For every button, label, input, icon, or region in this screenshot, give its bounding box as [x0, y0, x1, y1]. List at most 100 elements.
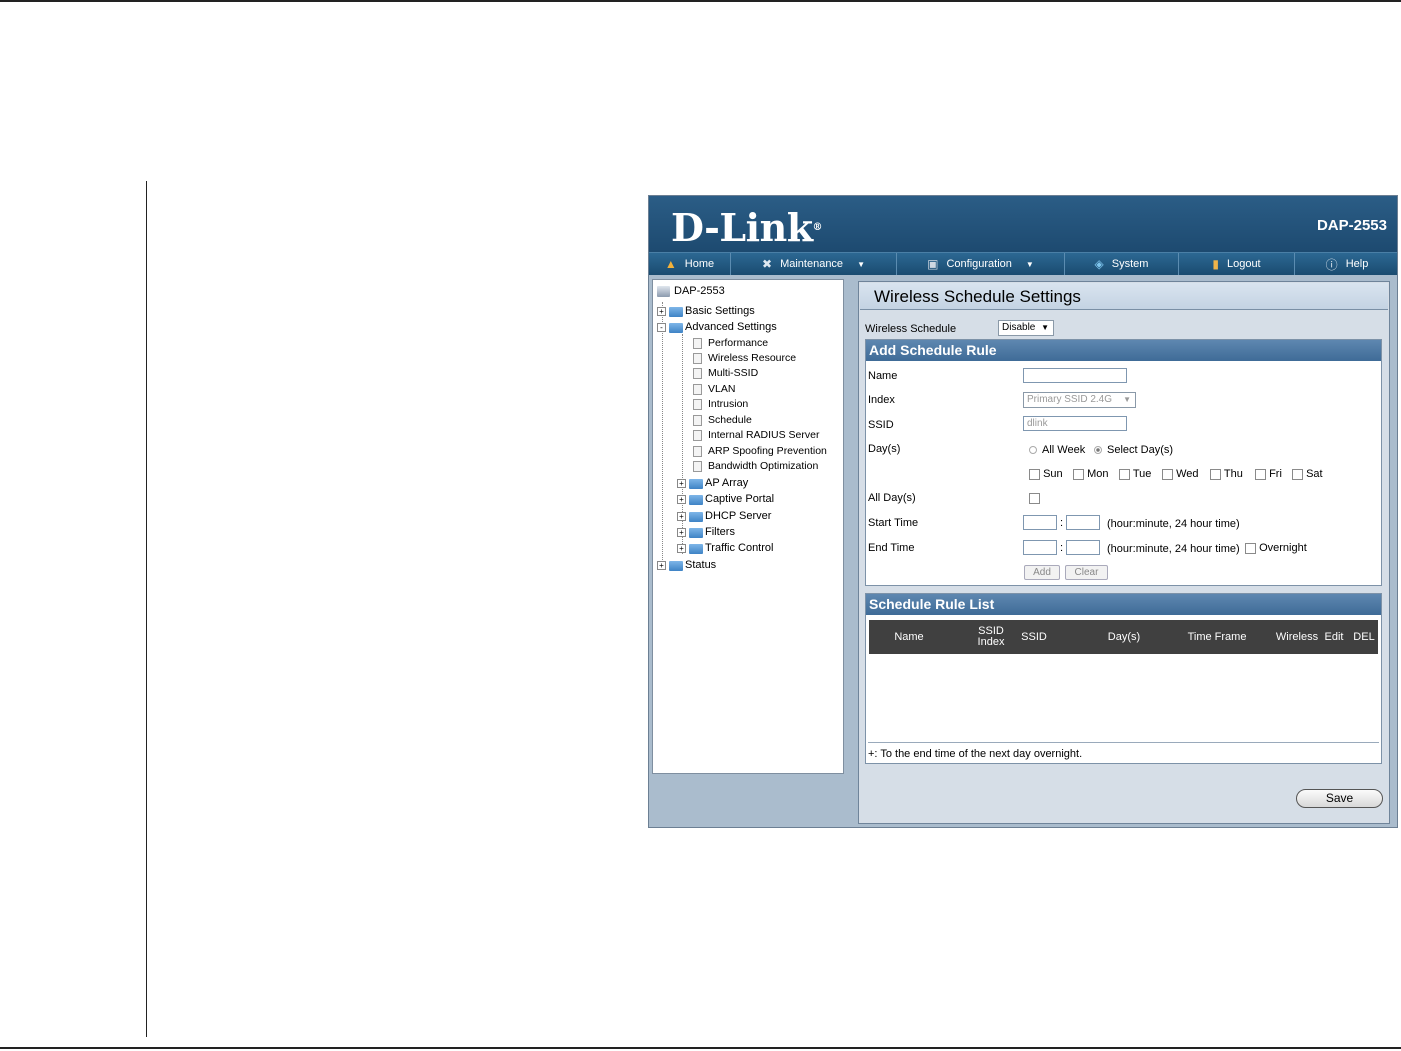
menu-home[interactable]: ▲ Home — [649, 253, 731, 275]
ssid-input[interactable]: dlink — [1023, 416, 1127, 431]
day-wed[interactable]: Wed — [1162, 468, 1198, 480]
tree-item-performance[interactable]: Performance — [693, 336, 768, 351]
tree-item-multi-ssid[interactable]: Multi-SSID — [693, 366, 758, 381]
tree-status[interactable]: + Status — [657, 558, 716, 573]
all-days-label: All Day(s) — [868, 492, 916, 504]
tree-item-intrusion[interactable]: Intrusion — [693, 397, 748, 412]
page-icon — [693, 384, 702, 395]
day-tue-checkbox[interactable] — [1119, 468, 1130, 480]
overnight-checkbox[interactable] — [1245, 542, 1256, 554]
tree-basic-settings[interactable]: + Basic Settings — [657, 304, 755, 319]
days-label: Day(s) — [868, 443, 901, 455]
tools-icon: ✖ — [762, 257, 773, 271]
page-icon — [693, 353, 702, 364]
start-minute-input[interactable] — [1066, 515, 1100, 530]
menu-logout[interactable]: ▮ Logout — [1179, 253, 1295, 275]
day-fri[interactable]: Fri — [1255, 468, 1282, 480]
folder-open-icon — [669, 322, 683, 333]
wireless-schedule-label: Wireless Schedule — [865, 323, 957, 335]
computer-icon — [657, 286, 670, 297]
chevron-down-icon: ▼ — [1041, 323, 1049, 332]
tree-advanced-settings[interactable]: - Advanced Settings — [657, 320, 777, 335]
day-thu[interactable]: Thu — [1210, 468, 1243, 480]
col-ssid: SSID — [1021, 630, 1047, 643]
folder-icon — [689, 527, 703, 538]
day-sat[interactable]: Sat — [1292, 468, 1323, 480]
end-time-hint: (hour:minute, 24 hour time) — [1107, 543, 1240, 555]
menu-maintenance[interactable]: ✖ Maintenance ▼ — [731, 253, 897, 275]
menu-help[interactable]: ⓘ Help — [1295, 253, 1397, 275]
all-week-radio[interactable] — [1029, 446, 1037, 455]
chevron-down-icon: ▼ — [1025, 259, 1034, 269]
expand-icon: + — [657, 561, 666, 570]
page-icon — [693, 446, 702, 457]
select-days-radio[interactable] — [1094, 446, 1102, 455]
tree-item-schedule[interactable]: Schedule — [693, 413, 752, 428]
clear-button[interactable]: Clear — [1065, 565, 1108, 580]
col-del: DEL — [1353, 630, 1375, 643]
tree-root[interactable]: DAP-2553 — [657, 284, 725, 299]
start-hour-input[interactable] — [1023, 515, 1057, 530]
tree-item-internal-radius[interactable]: Internal RADIUS Server — [693, 428, 819, 443]
folder-icon — [689, 543, 703, 554]
overnight-option[interactable]: Overnight — [1245, 542, 1307, 554]
tree-folder-traffic-control[interactable]: + Traffic Control — [677, 541, 773, 556]
page-icon — [693, 338, 702, 349]
add-button[interactable]: Add — [1024, 565, 1060, 580]
select-days-option[interactable]: Select Day(s) — [1094, 444, 1173, 456]
day-thu-checkbox[interactable] — [1210, 468, 1221, 480]
page-title: Wireless Schedule Settings — [860, 283, 1388, 310]
folder-icon — [669, 560, 683, 571]
day-wed-checkbox[interactable] — [1162, 468, 1173, 480]
day-mon-checkbox[interactable] — [1073, 468, 1084, 480]
day-fri-checkbox[interactable] — [1255, 468, 1266, 480]
end-minute-input[interactable] — [1066, 540, 1100, 555]
tree-folder-dhcp-server[interactable]: + DHCP Server — [677, 509, 771, 524]
expand-icon: + — [677, 528, 686, 537]
add-schedule-rule-section: Add Schedule Rule Name Index Primary SSI… — [865, 339, 1382, 586]
tree-guide-line — [662, 302, 663, 568]
menu-bar: ▲ Home ✖ Maintenance ▼ ▣ Configuration ▼… — [649, 252, 1397, 275]
menu-configuration[interactable]: ▣ Configuration ▼ — [897, 253, 1065, 275]
chevron-down-icon: ▼ — [857, 259, 865, 269]
day-tue[interactable]: Tue — [1119, 468, 1151, 480]
col-time-frame: Time Frame — [1187, 630, 1247, 643]
folder-icon — [689, 511, 703, 522]
save-button[interactable]: Save — [1296, 789, 1383, 808]
expand-icon: + — [677, 495, 686, 504]
col-edit: Edit — [1324, 630, 1344, 643]
day-sat-checkbox[interactable] — [1292, 468, 1303, 480]
wireless-schedule-select[interactable]: Disable ▼ — [998, 320, 1054, 336]
day-mon[interactable]: Mon — [1073, 468, 1108, 480]
tree-item-bandwidth[interactable]: Bandwidth Optimization — [693, 459, 818, 474]
name-label: Name — [868, 370, 898, 382]
start-time-label: Start Time — [868, 517, 919, 529]
all-week-option[interactable]: All Week — [1029, 444, 1085, 456]
end-time-label: End Time — [868, 542, 915, 554]
day-sun-checkbox[interactable] — [1029, 468, 1040, 480]
start-time-hint: (hour:minute, 24 hour time) — [1107, 518, 1240, 530]
add-schedule-rule-heading: Add Schedule Rule — [866, 340, 1381, 361]
tree-folder-captive-portal[interactable]: + Captive Portal — [677, 492, 774, 507]
name-input[interactable] — [1023, 368, 1127, 383]
tree-folder-ap-array[interactable]: + AP Array — [677, 476, 748, 491]
page-icon — [693, 430, 702, 441]
ssid-label: SSID — [868, 419, 894, 431]
menu-system[interactable]: ◈ System — [1065, 253, 1179, 275]
tree-folder-filters[interactable]: + Filters — [677, 525, 735, 540]
col-name: Name — [894, 630, 924, 643]
tree-item-wireless-resource[interactable]: Wireless Resource — [693, 351, 796, 366]
help-icon: ⓘ — [1325, 257, 1338, 272]
index-select[interactable]: Primary SSID 2.4G ▼ — [1023, 392, 1136, 408]
system-icon: ◈ — [1094, 257, 1104, 271]
index-label: Index — [868, 394, 895, 406]
page-top-rule — [0, 0, 1401, 2]
tree-item-vlan[interactable]: VLAN — [693, 382, 735, 397]
folder-icon — [689, 494, 703, 505]
tree-item-arp-spoofing[interactable]: ARP Spoofing Prevention — [693, 444, 827, 459]
end-hour-input[interactable] — [1023, 540, 1057, 555]
expand-icon: + — [677, 512, 686, 521]
table-footer-divider — [868, 742, 1379, 743]
all-days-checkbox[interactable] — [1029, 493, 1040, 504]
day-sun[interactable]: Sun — [1029, 468, 1063, 480]
